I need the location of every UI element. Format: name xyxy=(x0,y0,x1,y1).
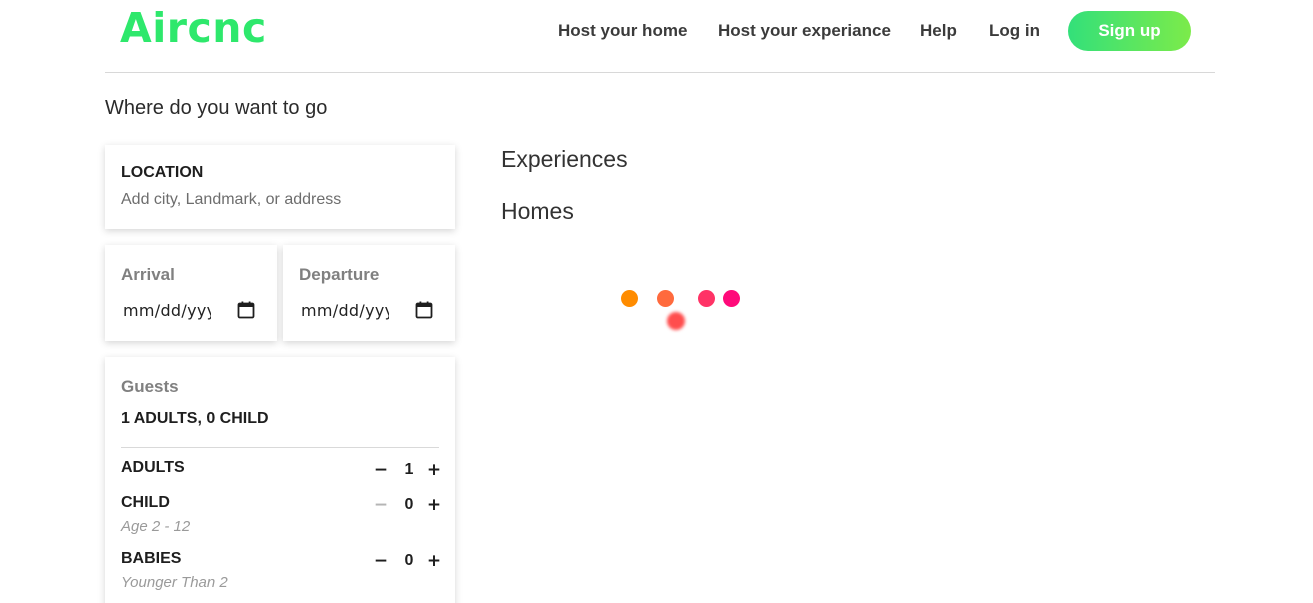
child-label: CHILD xyxy=(121,494,170,511)
loader-dot xyxy=(723,290,740,307)
homes-heading: Homes xyxy=(501,198,574,224)
loader-dot xyxy=(698,290,715,307)
location-card: LOCATION xyxy=(105,145,455,229)
top-navbar: Aircnc Host your home Host your experian… xyxy=(0,0,1313,72)
loader-dot xyxy=(667,312,685,330)
calendar-icon[interactable] xyxy=(415,301,433,319)
child-decrement-button[interactable]: − xyxy=(373,495,389,515)
child-stepper: − 0 + xyxy=(373,495,443,515)
adults-stepper: − 1 + xyxy=(373,460,443,480)
nav-link-host-home[interactable]: Host your home xyxy=(558,21,687,41)
babies-label: BABIES xyxy=(121,550,182,567)
arrival-card: Arrival mm/dd/yyyy xyxy=(105,245,277,341)
search-heading: Where do you want to go xyxy=(105,97,328,119)
loader-dot xyxy=(657,290,674,307)
location-label: LOCATION xyxy=(121,164,204,181)
departure-date-value: mm/dd/yyyy xyxy=(301,301,389,320)
loader-dot xyxy=(621,290,638,307)
arrival-date-value: mm/dd/yyyy xyxy=(123,301,211,320)
experiences-heading: Experiences xyxy=(501,146,628,172)
calendar-icon[interactable] xyxy=(237,301,255,319)
departure-label: Departure xyxy=(299,265,380,284)
nav-link-login[interactable]: Log in xyxy=(989,21,1040,41)
child-increment-button[interactable]: + xyxy=(426,495,442,515)
brand-logo[interactable]: Aircnc xyxy=(120,4,267,52)
child-count: 0 xyxy=(404,496,414,513)
child-age-hint: Age 2 - 12 xyxy=(121,518,191,535)
departure-card: Departure mm/dd/yyyy xyxy=(283,245,455,341)
adults-decrement-button[interactable]: − xyxy=(373,460,389,480)
guests-summary[interactable]: 1 ADULTS, 0 CHILD xyxy=(121,410,269,428)
header-divider xyxy=(105,72,1215,73)
nav-link-host-experience[interactable]: Host your experiance xyxy=(718,21,891,41)
location-input[interactable] xyxy=(121,189,441,211)
guests-divider xyxy=(121,447,439,448)
babies-count: 0 xyxy=(404,552,414,569)
adults-count: 1 xyxy=(404,461,414,478)
nav-link-help[interactable]: Help xyxy=(920,21,957,41)
babies-stepper: − 0 + xyxy=(373,551,443,571)
guests-card: Guests 1 ADULTS, 0 CHILD ADULTS − 1 + CH… xyxy=(105,357,455,603)
adults-label: ADULTS xyxy=(121,459,185,476)
adults-increment-button[interactable]: + xyxy=(426,460,442,480)
babies-age-hint: Younger Than 2 xyxy=(121,574,228,591)
babies-increment-button[interactable]: + xyxy=(426,551,442,571)
departure-date-input[interactable]: mm/dd/yyyy xyxy=(301,300,441,322)
babies-decrement-button[interactable]: − xyxy=(373,551,389,571)
guests-label: Guests xyxy=(121,377,179,396)
arrival-label: Arrival xyxy=(121,265,175,284)
arrival-date-input[interactable]: mm/dd/yyyy xyxy=(123,300,263,322)
signup-button[interactable]: Sign up xyxy=(1068,11,1191,51)
